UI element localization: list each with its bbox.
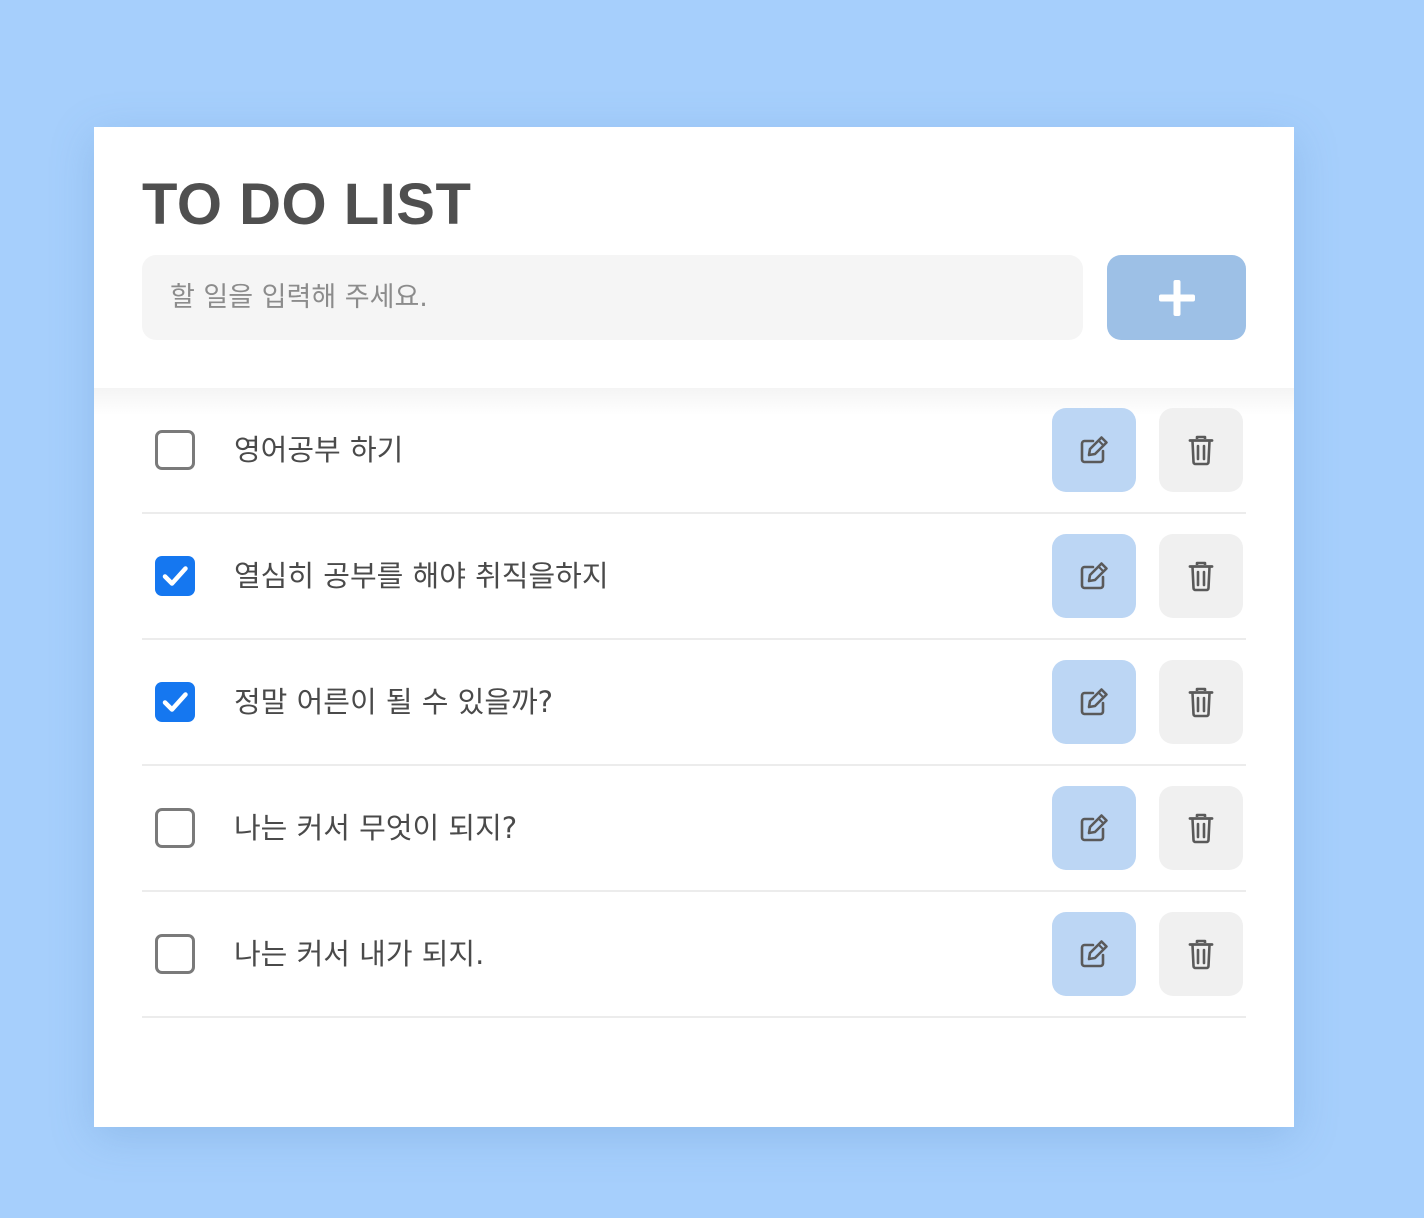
todo-text: 정말 어른이 될 수 있을까? xyxy=(234,685,554,719)
todo-item: 영어공부 하기 xyxy=(142,388,1246,514)
todo-item: 정말 어른이 될 수 있을까? xyxy=(142,640,1246,766)
edit-button[interactable] xyxy=(1052,534,1136,618)
edit-button[interactable] xyxy=(1052,912,1136,996)
trash-icon xyxy=(1188,813,1214,844)
todo-checkbox[interactable] xyxy=(155,682,195,722)
todo-item: 나는 커서 무엇이 되지? xyxy=(142,766,1246,892)
todo-list-container: 영어공부 하기 열심히 공부를 해야 취직을하지 정말 어른이 될 수 있을까?… xyxy=(94,388,1294,1127)
todo-text: 열심히 공부를 해야 취직을하지 xyxy=(234,559,609,593)
todo-text: 영어공부 하기 xyxy=(234,433,404,467)
trash-icon xyxy=(1188,939,1214,970)
delete-button[interactable] xyxy=(1159,660,1243,744)
delete-button[interactable] xyxy=(1159,408,1243,492)
todo-card: TO DO LIST 영어공부 하기 xyxy=(94,127,1294,1127)
check-icon xyxy=(162,566,188,586)
todo-item: 열심히 공부를 해야 취직을하지 xyxy=(142,514,1246,640)
edit-icon xyxy=(1080,562,1108,590)
plus-icon xyxy=(1158,279,1195,316)
delete-button[interactable] xyxy=(1159,912,1243,996)
page-title: TO DO LIST xyxy=(142,172,472,237)
todo-checkbox[interactable] xyxy=(155,430,195,470)
edit-button[interactable] xyxy=(1052,660,1136,744)
todo-list: 영어공부 하기 열심히 공부를 해야 취직을하지 정말 어른이 될 수 있을까?… xyxy=(94,388,1294,1018)
todo-checkbox[interactable] xyxy=(155,556,195,596)
trash-icon xyxy=(1188,561,1214,592)
todo-checkbox[interactable] xyxy=(155,934,195,974)
todo-text: 나는 커서 무엇이 되지? xyxy=(234,811,518,845)
add-todo-row xyxy=(142,255,1246,340)
add-button[interactable] xyxy=(1107,255,1246,340)
todo-item: 나는 커서 내가 되지. xyxy=(142,892,1246,1018)
todo-input[interactable] xyxy=(142,255,1083,340)
delete-button[interactable] xyxy=(1159,786,1243,870)
edit-icon xyxy=(1080,940,1108,968)
edit-icon xyxy=(1080,814,1108,842)
trash-icon xyxy=(1188,687,1214,718)
todo-checkbox[interactable] xyxy=(155,808,195,848)
todo-text: 나는 커서 내가 되지. xyxy=(234,937,485,971)
trash-icon xyxy=(1188,435,1214,466)
edit-button[interactable] xyxy=(1052,786,1136,870)
todo-header: TO DO LIST xyxy=(94,127,1294,388)
edit-icon xyxy=(1080,436,1108,464)
edit-icon xyxy=(1080,688,1108,716)
delete-button[interactable] xyxy=(1159,534,1243,618)
check-icon xyxy=(162,692,188,712)
edit-button[interactable] xyxy=(1052,408,1136,492)
